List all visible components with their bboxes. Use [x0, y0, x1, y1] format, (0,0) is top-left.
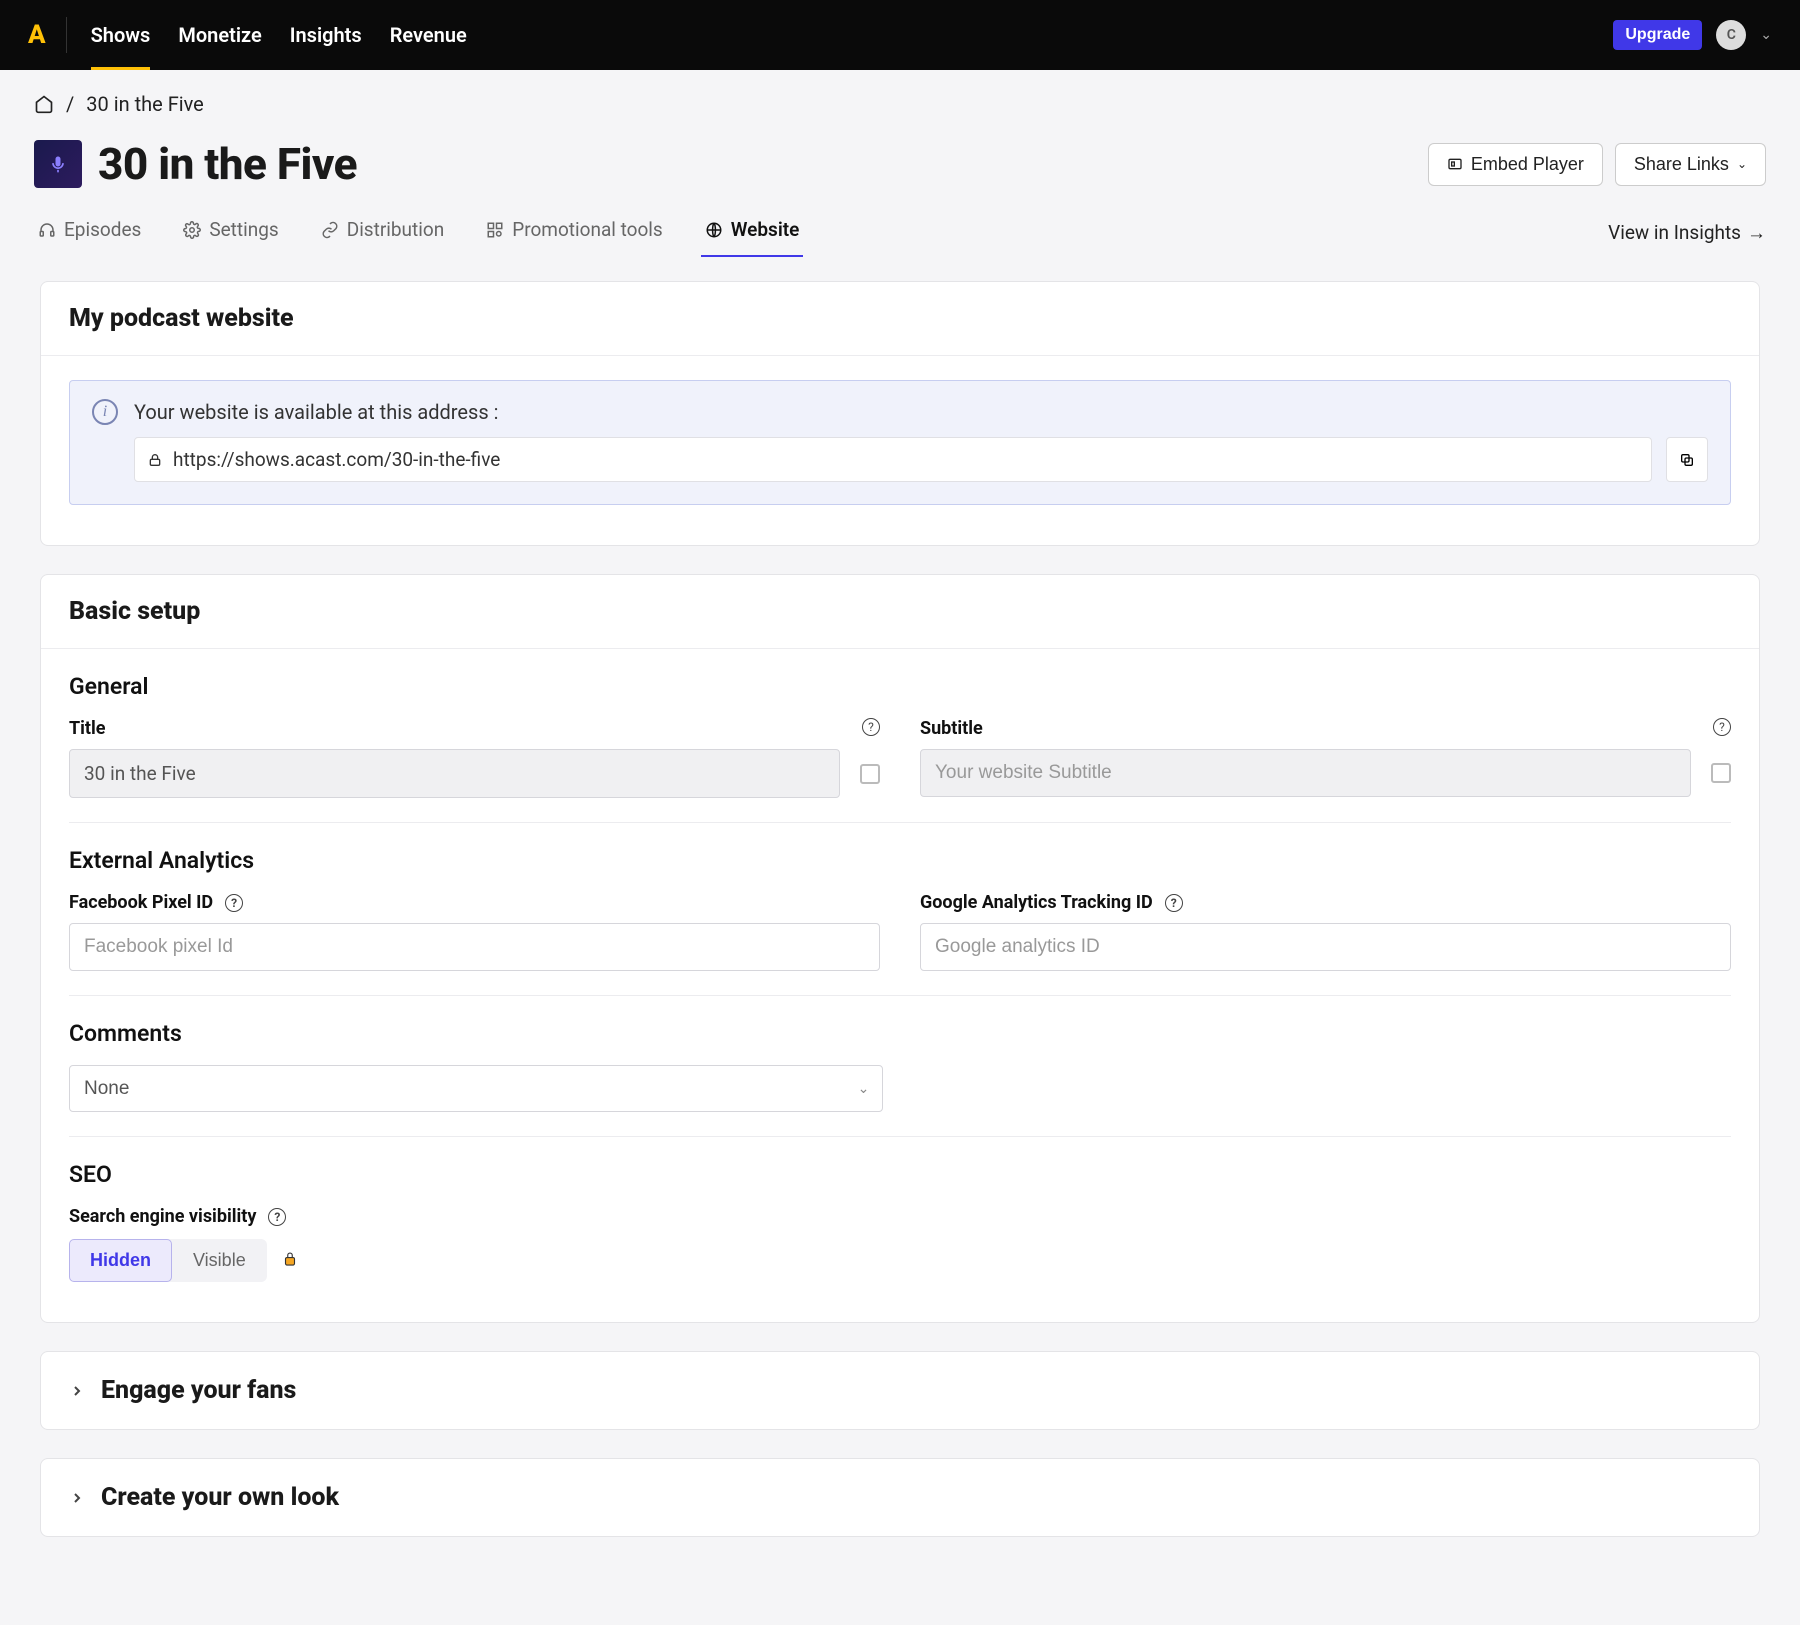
comments-section: Comments None ⌄ [69, 995, 1731, 1112]
share-links-label: Share Links [1634, 154, 1729, 175]
website-card-header: My podcast website [41, 282, 1759, 356]
nav-monetize[interactable]: Monetize [178, 1, 261, 70]
top-nav: A Shows Monetize Insights Revenue Upgrad… [0, 0, 1800, 70]
upgrade-button[interactable]: Upgrade [1613, 20, 1702, 50]
fb-pixel-label: Facebook Pixel ID ? [69, 892, 243, 913]
analytics-heading: External Analytics [69, 847, 1731, 874]
brand-logo[interactable]: A [28, 20, 46, 50]
ga-field: Google Analytics Tracking ID ? [920, 892, 1731, 971]
tab-promotional-tools[interactable]: Promotional tools [482, 208, 667, 257]
insights-link-label: View in Insights [1608, 221, 1741, 244]
show-title: 30 in the Five [98, 138, 357, 190]
tab-label: Distribution [347, 218, 444, 241]
website-url-infobox: i Your website is available at this addr… [69, 380, 1731, 505]
title-field: Title ? 30 in the Five [69, 718, 880, 798]
breadcrumb-current: 30 in the Five [86, 92, 204, 116]
chevron-down-icon[interactable]: ⌄ [1760, 27, 1772, 43]
info-text: Your website is available at this addres… [134, 400, 498, 424]
comments-select[interactable]: None [69, 1065, 883, 1112]
tabs-row: Episodes Settings Distribution Promotion… [0, 208, 1800, 257]
share-links-button[interactable]: Share Links ⌄ [1615, 143, 1766, 186]
subtitle-override-checkbox[interactable] [1711, 763, 1731, 783]
lock-badge-icon [281, 1250, 299, 1272]
seo-visibility-toggle: Hidden Visible [69, 1239, 267, 1282]
tab-label: Promotional tools [512, 218, 663, 241]
chevron-down-icon: ⌄ [1737, 157, 1747, 171]
title-override-checkbox[interactable] [860, 764, 880, 784]
copy-icon [1679, 452, 1695, 468]
view-in-insights-link[interactable]: View in Insights → [1608, 221, 1766, 245]
basic-setup-card: Basic setup General Title ? 30 in the Fi… [40, 574, 1760, 1323]
breadcrumb: / 30 in the Five [0, 70, 1800, 126]
help-icon[interactable]: ? [1165, 894, 1183, 912]
help-icon[interactable]: ? [225, 894, 243, 912]
seo-hidden-button[interactable]: Hidden [69, 1239, 172, 1282]
chevron-right-icon [69, 1383, 85, 1399]
subtitle-label: Subtitle [920, 718, 983, 739]
general-section: General Title ? 30 in the Five [69, 673, 1731, 798]
website-card: My podcast website i Your website is ava… [40, 281, 1760, 546]
website-url-text: https://shows.acast.com/30-in-the-five [173, 448, 500, 471]
link-icon [321, 221, 339, 239]
tab-episodes[interactable]: Episodes [34, 208, 145, 257]
seo-heading: SEO [69, 1161, 1731, 1188]
basic-setup-header: Basic setup [41, 575, 1759, 649]
ga-input[interactable] [920, 923, 1731, 971]
create-look-card[interactable]: Create your own look [40, 1458, 1760, 1537]
fb-pixel-input[interactable] [69, 923, 880, 971]
show-artwork [34, 140, 82, 188]
help-icon[interactable]: ? [268, 1208, 286, 1226]
general-heading: General [69, 673, 1731, 700]
seo-visible-button[interactable]: Visible [172, 1239, 267, 1282]
copy-url-button[interactable] [1666, 437, 1708, 482]
website-url-field: https://shows.acast.com/30-in-the-five [134, 437, 1652, 482]
breadcrumb-separator: / [66, 92, 74, 116]
info-icon: i [92, 399, 118, 425]
comments-heading: Comments [69, 1020, 1731, 1047]
nav-links: Shows Monetize Insights Revenue [91, 1, 467, 70]
engage-fans-card[interactable]: Engage your fans [40, 1351, 1760, 1430]
seo-label: Search engine visibility ? [69, 1206, 286, 1227]
create-look-title: Create your own look [101, 1483, 339, 1512]
divider [66, 17, 67, 53]
embed-icon [1447, 156, 1463, 172]
subtitle-field: Subtitle ? [920, 718, 1731, 798]
arrow-right-icon: → [1747, 221, 1766, 245]
embed-player-button[interactable]: Embed Player [1428, 143, 1603, 186]
tab-website[interactable]: Website [701, 208, 804, 257]
headphones-icon [38, 221, 56, 239]
seo-section: SEO Search engine visibility ? Hidden Vi… [69, 1136, 1731, 1282]
nav-insights[interactable]: Insights [290, 1, 362, 70]
chevron-right-icon [69, 1490, 85, 1506]
tab-label: Website [731, 218, 800, 241]
lock-icon [147, 452, 163, 468]
nav-shows[interactable]: Shows [91, 1, 151, 70]
embed-player-label: Embed Player [1471, 154, 1584, 175]
engage-fans-title: Engage your fans [101, 1376, 296, 1405]
gear-icon [183, 221, 201, 239]
title-label: Title [69, 718, 106, 739]
mic-icon [48, 154, 68, 174]
tab-settings[interactable]: Settings [179, 208, 282, 257]
tab-label: Settings [209, 218, 278, 241]
grid-icon [486, 221, 504, 239]
subtitle-input[interactable] [920, 749, 1691, 797]
fb-pixel-field: Facebook Pixel ID ? [69, 892, 880, 971]
tab-label: Episodes [64, 218, 141, 241]
nav-revenue[interactable]: Revenue [390, 1, 467, 70]
analytics-section: External Analytics Facebook Pixel ID ? [69, 822, 1731, 971]
page-header: 30 in the Five Embed Player Share Links … [0, 126, 1800, 208]
help-icon[interactable]: ? [862, 718, 880, 736]
tab-distribution[interactable]: Distribution [317, 208, 448, 257]
home-icon[interactable] [34, 94, 54, 114]
user-avatar[interactable]: C [1716, 20, 1746, 50]
help-icon[interactable]: ? [1713, 718, 1731, 736]
title-input[interactable]: 30 in the Five [69, 749, 840, 798]
ga-label: Google Analytics Tracking ID ? [920, 892, 1183, 913]
globe-icon [705, 221, 723, 239]
